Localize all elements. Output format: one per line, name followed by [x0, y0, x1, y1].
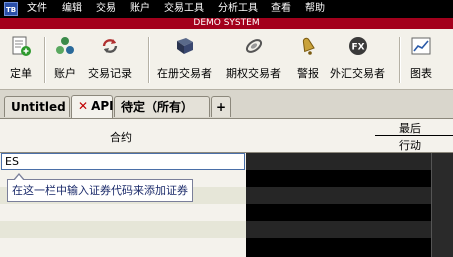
alert-label: 警报	[297, 67, 319, 80]
svg-text:FX: FX	[351, 43, 364, 53]
chart-icon	[411, 37, 431, 55]
column-header: 合约 最后 行动	[0, 119, 453, 153]
menu-trading-tools[interactable]: 交易工具	[164, 2, 204, 16]
order-label: 定单	[10, 67, 32, 80]
order-button[interactable]: 定单	[10, 35, 32, 81]
tab-untitled-label: Untitled	[11, 100, 66, 114]
tab-api-label: API	[91, 99, 114, 113]
demo-system-banner: DEMO SYSTEM	[0, 18, 453, 29]
table-row	[246, 221, 431, 238]
trade-log-icon	[102, 39, 118, 53]
tab-api[interactable]: ✕ API	[71, 95, 114, 118]
grid-edge-cell	[431, 221, 453, 238]
grid-edge-cell	[431, 153, 453, 170]
menu-edit[interactable]: 编辑	[62, 2, 82, 16]
table-row	[246, 238, 431, 257]
tab-pending-all[interactable]: 待定（所有）	[114, 96, 210, 117]
toolbar-separator	[399, 37, 401, 83]
action-column-header[interactable]: 行动	[375, 137, 445, 153]
alert-bell-icon	[302, 37, 315, 55]
add-symbol-tooltip: 在这一栏中输入证券代码来添加证券	[7, 179, 193, 202]
toolbar-separator	[148, 37, 150, 83]
menu-analysis-tools[interactable]: 分析工具	[218, 2, 258, 16]
tooltip-pointer-fill	[14, 175, 24, 181]
trade-log-label: 交易记录	[88, 67, 132, 80]
contract-column-header[interactable]: 合约	[110, 129, 132, 145]
menu-bar: TB 文件 编辑 交易 账户 交易工具 分析工具 查看 帮助	[0, 0, 453, 18]
menu-view[interactable]: 查看	[271, 2, 291, 16]
table-row	[246, 170, 431, 187]
option-trader-icon	[245, 39, 262, 53]
menu-trade[interactable]: 交易	[96, 2, 116, 16]
table-row	[246, 204, 431, 221]
symbol-input[interactable]	[1, 153, 245, 170]
last-column-header[interactable]: 最后	[375, 120, 445, 136]
page-tabs: Untitled ✕ API 待定（所有） +	[0, 90, 453, 119]
tab-pending-label: 待定（所有）	[121, 100, 194, 114]
app-logo-icon: TB	[4, 2, 18, 16]
tab-untitled[interactable]: Untitled	[4, 96, 70, 117]
fx-trader-button[interactable]: FX 外汇交易者	[330, 35, 385, 81]
account-icon	[56, 37, 74, 54]
book-trader-label: 在册交易者	[157, 67, 212, 80]
menu-account[interactable]: 账户	[130, 2, 150, 16]
alert-button[interactable]: 警报	[297, 35, 319, 81]
fx-trader-icon: FX	[348, 37, 367, 55]
close-icon[interactable]: ✕	[78, 99, 88, 113]
account-label: 账户	[54, 67, 76, 80]
option-trader-label: 期权交易者	[226, 67, 281, 80]
menu-help[interactable]: 帮助	[305, 2, 325, 16]
add-tab-button[interactable]: +	[211, 96, 231, 117]
grid-edge-cell	[431, 187, 453, 204]
plus-icon: +	[215, 100, 227, 114]
grid-edge-cell	[431, 204, 453, 221]
table-row	[246, 187, 431, 204]
table-row[interactable]	[0, 204, 246, 221]
header-divider	[375, 135, 453, 136]
option-trader-button[interactable]: 期权交易者	[226, 35, 281, 81]
table-row	[246, 153, 431, 170]
grid-edge-cell	[431, 238, 453, 257]
chart-label: 图表	[410, 67, 432, 80]
table-row[interactable]	[0, 238, 246, 257]
toolbar: 定单 账户 交易记录 在册交易者 期权交易者 警报 FX 外汇交易者 图表	[0, 29, 453, 90]
book-trader-icon	[176, 38, 193, 54]
table-row[interactable]	[0, 221, 246, 238]
chart-button[interactable]: 图表	[410, 35, 432, 81]
grid-edge-cell	[431, 170, 453, 187]
trade-log-button[interactable]: 交易记录	[88, 35, 132, 81]
menu-file[interactable]: 文件	[27, 2, 47, 16]
account-button[interactable]: 账户	[54, 35, 76, 81]
book-trader-button[interactable]: 在册交易者	[157, 35, 212, 81]
order-icon	[12, 36, 31, 56]
fx-trader-label: 外汇交易者	[330, 67, 385, 80]
toolbar-separator	[44, 37, 46, 83]
